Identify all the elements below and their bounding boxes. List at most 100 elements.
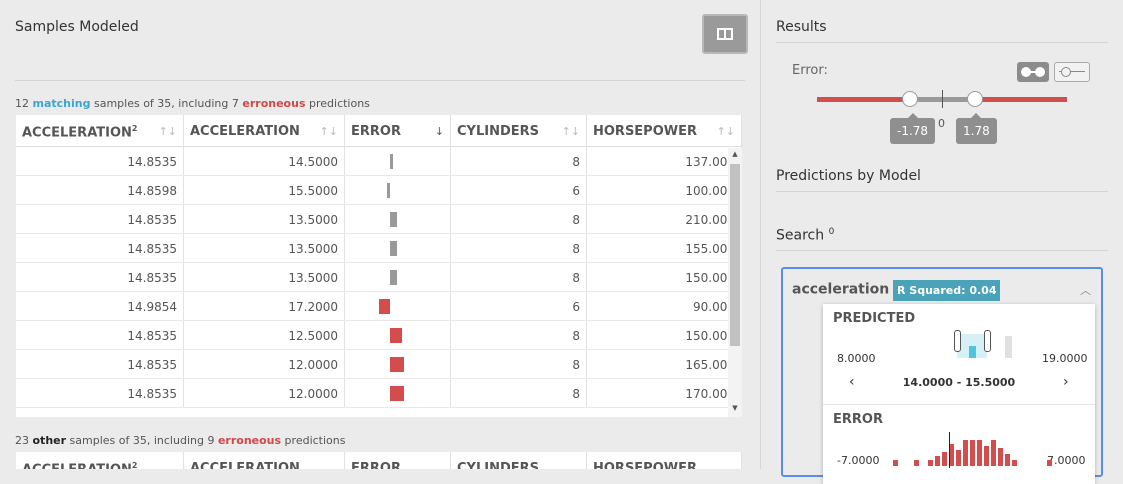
zero-marker [942, 90, 943, 108]
divider [823, 404, 1095, 405]
table-scrollbar[interactable]: ▲ ▼ [728, 148, 742, 417]
range-dot-icon [1035, 67, 1045, 77]
chevron-right-icon[interactable]: › [1063, 374, 1069, 390]
zero-label: 0 [938, 117, 945, 130]
range-dot-icon [1021, 67, 1031, 77]
error-bar [390, 328, 402, 343]
cell-cylinders: 6 [451, 292, 587, 320]
cell-acceleration: 15.5000 [184, 176, 345, 204]
column-label: ERROR [351, 124, 401, 139]
other-samples-table: ACCELERATION2 ACCELERATION ERROR CYLINDE… [16, 452, 742, 469]
sort-icon: ↑↓ [158, 125, 177, 138]
table-row[interactable]: 14.9854 17.2000 6 90.000 [16, 292, 742, 321]
search-count: 0 [828, 227, 835, 237]
error-hist-bar [977, 440, 982, 466]
two-sided-range-toggle[interactable] [1017, 62, 1049, 82]
cell-cylinders: 8 [451, 234, 587, 262]
cell-cylinders: 8 [451, 263, 587, 291]
error-bar [390, 270, 397, 285]
column-header-acceleration-squared[interactable]: ACCELERATION2 ↑↓ [16, 115, 184, 146]
scroll-down-icon[interactable]: ▼ [728, 404, 742, 412]
model-title: acceleration 0 [792, 281, 900, 298]
layout-toggle-button[interactable] [702, 14, 748, 54]
cell-horsepower: 90.000 [587, 292, 742, 320]
column-header-acceleration-squared[interactable]: ACCELERATION2 [16, 452, 184, 469]
error-hist-bar [935, 456, 940, 466]
predicted-hist-bar [1005, 336, 1012, 358]
model-card-acceleration[interactable]: acceleration 0 R Squared: 0.04 ︿ PREDICT… [781, 267, 1103, 484]
column-header-horsepower[interactable]: HORSEPOWER ↑↓ [587, 115, 742, 146]
column-label: ERROR [351, 461, 401, 469]
column-header-cylinders[interactable]: CYLINDERS ↑↓ [451, 115, 587, 146]
column-header-horsepower[interactable]: HORSEPOWER [587, 452, 742, 469]
results-title: Results [776, 19, 827, 35]
cell-acceleration-squared: 14.8535 [16, 234, 184, 262]
search-label: Search [776, 227, 825, 244]
other-summary: 23 other samples of 35, including 9 erro… [15, 434, 345, 447]
column-label: CYLINDERS [457, 124, 539, 139]
error-slider-low-handle[interactable] [902, 91, 918, 107]
cell-cylinders: 8 [451, 147, 587, 175]
summary-suffix: predictions [281, 434, 346, 447]
scroll-thumb[interactable] [730, 164, 740, 346]
error-hist-bar [956, 450, 961, 466]
cell-acceleration: 17.2000 [184, 292, 345, 320]
table-row[interactable]: 14.8535 13.5000 8 155.000 [16, 234, 742, 263]
column-header-acceleration[interactable]: ACCELERATION [184, 452, 345, 469]
table-row[interactable]: 14.8535 14.5000 8 137.000 [16, 147, 742, 176]
error-label: Error: [792, 63, 828, 78]
column-header-error[interactable]: ERROR [345, 452, 451, 469]
cell-horsepower: 150.000 [587, 321, 742, 349]
table-row[interactable]: 14.8535 13.5000 8 150.000 [16, 263, 742, 292]
error-bar [386, 183, 390, 198]
search-title: Search 0 [776, 227, 834, 244]
divider [776, 191, 1108, 192]
cell-acceleration-squared: 14.8598 [16, 176, 184, 204]
range-right-handle[interactable] [984, 330, 991, 352]
column-header-acceleration[interactable]: ACCELERATION ↑↓ [184, 115, 345, 146]
cell-horsepower: 155.000 [587, 234, 742, 262]
table-header: ACCELERATION2 ACCELERATION ERROR CYLINDE… [16, 452, 742, 469]
error-hist-bar [1047, 460, 1052, 466]
error-bar [390, 154, 393, 169]
cell-acceleration: 14.5000 [184, 147, 345, 175]
table-row[interactable]: 14.8535 12.0000 8 165.000 [16, 350, 742, 379]
other-keyword: other [32, 434, 67, 447]
cell-acceleration-squared: 14.8535 [16, 205, 184, 233]
error-max: 7.0000 [1047, 454, 1086, 467]
cell-error [345, 379, 451, 407]
column-label: CYLINDERS [457, 461, 539, 469]
error-hist-bar [991, 440, 996, 466]
samples-panel: Samples Modeled 12 matching samples of 3… [0, 0, 761, 469]
table-row[interactable]: 14.8598 15.5000 6 100.000 [16, 176, 742, 205]
error-heading: ERROR [833, 412, 883, 427]
cell-acceleration-squared: 14.8535 [16, 350, 184, 378]
divider [15, 80, 745, 81]
cell-cylinders: 6 [451, 176, 587, 204]
model-details-popover: PREDICTED 8.0000 19.0000 ‹ 14.0000 - 15.… [823, 304, 1095, 484]
summary-count: 23 [15, 434, 33, 447]
error-slider-high-handle[interactable] [967, 91, 983, 107]
cell-acceleration-squared: 14.8535 [16, 379, 184, 407]
chevron-up-icon[interactable]: ︿ [1080, 282, 1091, 298]
table-header: ACCELERATION2 ↑↓ ACCELERATION ↑↓ ERROR ↓ CY… [16, 115, 742, 147]
low-value-tag: -1.78 [890, 113, 936, 144]
table-row[interactable]: 14.8535 12.5000 8 150.000 [16, 321, 742, 350]
column-label: ACCELERATION [190, 461, 300, 469]
predicted-selected-bar [969, 346, 976, 358]
table-row[interactable]: 14.8535 13.5000 8 210.000 [16, 205, 742, 234]
column-sup: 2 [131, 124, 138, 133]
summary-suffix: predictions [305, 97, 370, 110]
table-row[interactable]: 14.8535 12.0000 8 170.000 [16, 379, 742, 408]
cell-acceleration-squared: 14.9854 [16, 292, 184, 320]
column-header-error[interactable]: ERROR ↓ [345, 115, 451, 146]
predicted-range: 14.0000 - 15.5000 [902, 376, 1016, 389]
model-name: acceleration [792, 281, 890, 298]
summary-text: samples of 35, including 7 [90, 97, 243, 110]
column-header-cylinders[interactable]: CYLINDERS [451, 452, 587, 469]
scroll-up-icon[interactable]: ▲ [728, 150, 742, 158]
range-left-handle[interactable] [954, 330, 961, 352]
cell-acceleration-squared: 14.8535 [16, 147, 184, 175]
one-sided-range-toggle[interactable] [1054, 62, 1090, 82]
cell-acceleration-squared: 14.8535 [16, 321, 184, 349]
